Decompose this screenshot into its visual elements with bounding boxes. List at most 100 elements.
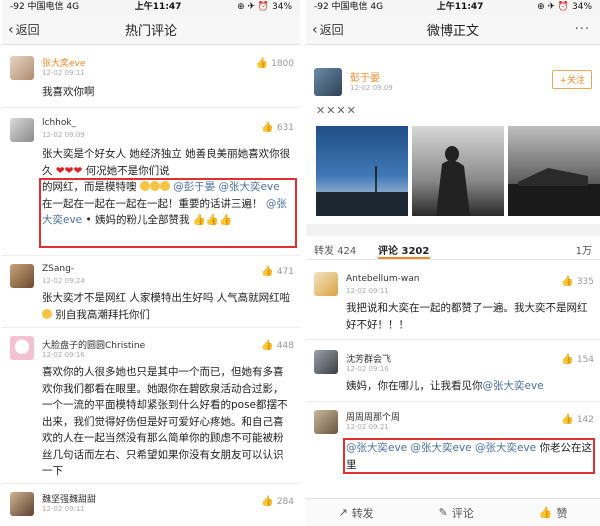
photo-rooftop-graphic <box>508 168 600 216</box>
comment-item: lchhok_ 12-02 09:09 👍 631 张大奕是个好女人 她经济独立… <box>2 108 300 256</box>
comment-time: 12-02 09:11 <box>346 287 389 295</box>
battery-text: ⊕ ✈ ⏰ 34% <box>537 2 592 12</box>
avatar[interactable] <box>10 264 34 288</box>
comment-label: 评论 <box>451 506 474 520</box>
avatar[interactable] <box>314 410 338 434</box>
comment-time: 12-02 09:11 <box>42 505 85 513</box>
like-count: 142 <box>576 414 594 425</box>
like-button[interactable]: 👍 142 <box>561 414 594 425</box>
comment-item: 周周周那个周 12-02 09:21 👍 142 @张大奕eve @张大奕eve… <box>306 402 600 496</box>
carrier-text: -92 中国电信 4G <box>10 2 80 12</box>
thumb-up-icon: 👍 <box>255 58 269 69</box>
comment-time: 12-02 09:21 <box>346 423 389 431</box>
like-button[interactable]: 👍 471 <box>261 266 294 277</box>
like-button[interactable]: 👍 154 <box>561 354 594 365</box>
more-options-icon[interactable]: ··· <box>575 22 590 37</box>
like-label: 赞 <box>556 506 568 520</box>
like-button[interactable]: 👍 1800 <box>256 58 294 69</box>
photo-silhouette-graphic <box>436 146 470 216</box>
like-button[interactable]: 👍 335 <box>561 276 594 287</box>
comment-text-part: 姨妈，你在哪儿，让我看见你 <box>346 380 483 392</box>
avatar[interactable] <box>314 272 338 296</box>
back-label: 返回 <box>319 23 344 37</box>
comment-text: 姨妈，你在哪儿，让我看见你@张大奕eve <box>346 378 592 395</box>
post-author[interactable]: 彭于晏 <box>350 69 380 84</box>
comment-author[interactable]: Antebellum-wan <box>346 274 419 284</box>
thumb-up-icon: 👍 <box>261 496 274 507</box>
back-button[interactable]: ‹ 返回 <box>312 21 344 38</box>
page-title: 微博正文 <box>426 24 479 39</box>
tab-underline <box>378 257 430 259</box>
repost-label: 转发 <box>351 506 374 520</box>
thumb-up-icon: 👍 <box>261 340 274 351</box>
tab-comments[interactable]: 评论 3202 <box>378 242 429 257</box>
post-photo[interactable] <box>508 126 600 216</box>
like-post-button[interactable]: 👍 赞 <box>539 505 568 521</box>
comment-author[interactable]: 大脸盘子的圆圆Christine <box>42 338 145 351</box>
back-label: 返回 <box>15 23 40 37</box>
post-photo[interactable] <box>412 126 504 216</box>
follow-button[interactable]: +关注 <box>552 70 592 89</box>
comment-time: 12-02 09:24 <box>42 277 85 285</box>
comment-author[interactable]: lchhok_ <box>42 118 76 128</box>
battery-text: ⊕ ✈ ⏰ 34% <box>237 2 292 12</box>
post-photo[interactable] <box>316 126 408 216</box>
clock-text: 上午11:47 <box>436 2 484 12</box>
status-bar: -92 中国电信 4G 上午11:47 ⊕ ✈ ⏰ 34% <box>306 0 600 15</box>
comment-icon: ✎ <box>438 506 448 519</box>
like-button[interactable]: 👍 631 <box>261 122 294 133</box>
comment-item: 大脸盘子的圆圆Christine 12-02 09:16 👍 448 喜欢你的人… <box>2 328 300 484</box>
photo-landscape-graphic <box>316 166 408 216</box>
comment-text-part: 张大奕才不是网红 人家模特出生好吗 人气高就网红啦 <box>42 292 291 304</box>
avatar[interactable] <box>10 492 34 516</box>
tab-likes[interactable]: 1万 <box>576 242 592 257</box>
back-button[interactable]: ‹ 返回 <box>8 21 40 38</box>
comment-button[interactable]: ✎ 评论 <box>439 505 474 521</box>
comment-author[interactable]: 魏坚强魏甜甜 <box>42 492 96 505</box>
tab-repost[interactable]: 转发 424 <box>314 242 356 257</box>
avatar[interactable] <box>10 56 34 80</box>
highlight-box <box>39 178 297 248</box>
post-tabs: 转发 424 评论 3202 1万 <box>306 236 600 260</box>
comment-item: 张大奕eve 12-02 09:11 👍 1800 我喜欢你啊 <box>2 46 300 108</box>
comment-item: 魏坚强魏甜甜 12-02 09:11 👍 284 <box>2 484 300 526</box>
heart-emoji-icon: ❤❤❤ <box>55 164 83 177</box>
nav-bar: ‹ 返回 微博正文 ··· <box>306 15 600 45</box>
comment-author[interactable]: 沈芳群会飞 <box>346 352 391 365</box>
mention-link[interactable]: @张大奕eve <box>483 380 544 392</box>
comment-author[interactable]: ZSang- <box>42 264 74 274</box>
post-text: ✕✕✕✕ <box>316 104 357 117</box>
chevron-left-icon: ‹ <box>312 21 318 38</box>
like-count: 448 <box>276 340 294 351</box>
smile-emoji-icon <box>42 308 52 319</box>
comment-item: Antebellum-wan 12-02 09:11 👍 335 我把说和大奕在… <box>306 262 600 340</box>
avatar[interactable] <box>10 336 34 360</box>
thumb-up-icon: 👍 <box>561 354 574 365</box>
avatar[interactable] <box>314 68 342 96</box>
comment-text-part: 何况她不是你们说 <box>85 164 170 177</box>
comment-time: 12-02 09:09 <box>42 131 85 139</box>
avatar[interactable] <box>314 350 338 374</box>
avatar[interactable] <box>10 118 34 142</box>
like-count: 335 <box>576 276 594 287</box>
like-count: 631 <box>276 122 294 133</box>
like-button[interactable]: 👍 284 <box>261 496 294 507</box>
comment-author[interactable]: 周周周那个周 <box>346 410 400 423</box>
weibo-post: 彭于晏 12-02 09:09 +关注 ✕✕✕✕ <box>306 64 600 224</box>
repost-button[interactable]: ↗ 转发 <box>338 505 373 521</box>
comment-author[interactable]: 张大奕eve <box>42 56 85 69</box>
comment-time: 12-02 09:16 <box>346 365 389 373</box>
comment-text: 张大奕才不是网红 人家模特出生好吗 人气高就网红啦 别自我高潮拜托你们 <box>42 290 292 323</box>
nav-bar: ‹ 返回 热门评论 <box>2 15 300 45</box>
section-divider <box>306 224 600 236</box>
thumb-up-icon: 👍 <box>561 276 574 287</box>
carrier-text: -92 中国电信 4G <box>314 2 384 12</box>
thumb-up-icon: 👍 <box>261 266 274 277</box>
comment-text: 我喜欢你啊 <box>42 86 95 98</box>
comment-item: ZSang- 12-02 09:24 👍 471 张大奕才不是网红 人家模特出生… <box>2 256 300 328</box>
comment-time: 12-02 09:11 <box>42 69 85 77</box>
like-button[interactable]: 👍 448 <box>261 340 294 351</box>
like-count: 1800 <box>271 58 294 69</box>
comment-text: 喜欢你的人很多她也只是其中一个而已，但她有多喜欢你我们都看在眼里。她跟你在碧欧泉… <box>42 366 288 477</box>
hot-comments-screen: -92 中国电信 4G 上午11:47 ⊕ ✈ ⏰ 34% ‹ 返回 热门评论 … <box>2 0 300 526</box>
